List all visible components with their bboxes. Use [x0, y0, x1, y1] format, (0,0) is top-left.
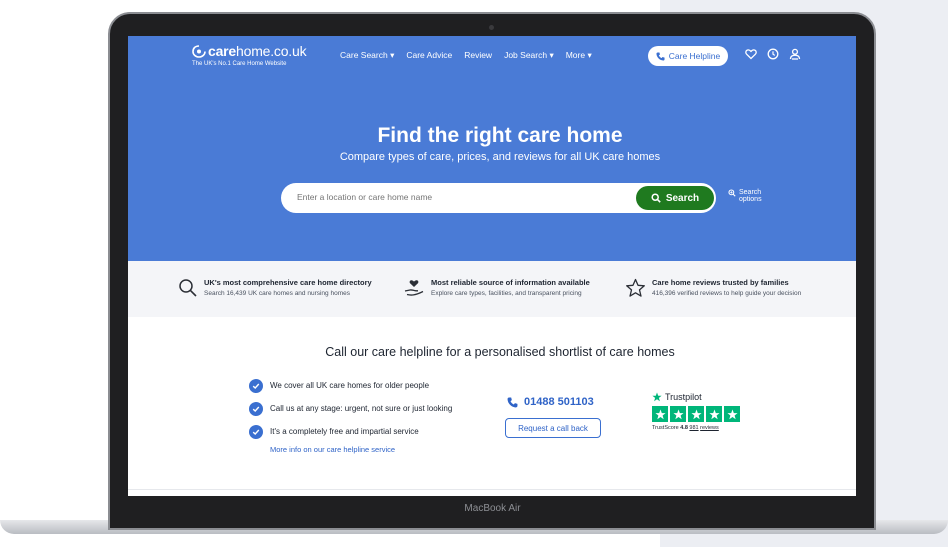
trustpilot-star-box	[688, 406, 704, 422]
helpline-phone[interactable]: 01488 501103	[507, 396, 594, 408]
trustpilot-stars	[652, 406, 740, 422]
trustscore-value: 4.8	[680, 425, 688, 431]
logo-tagline: The UK's No.1 Care Home Website	[192, 61, 287, 67]
feature-desc: Search 16,439 UK care homes and nursing …	[204, 290, 350, 297]
trustpilot-score-line: TrustScore 4.8 981 reviews	[652, 425, 740, 431]
request-callback-button[interactable]: Request a call back	[505, 418, 601, 438]
feature-reviews: Care home reviews trusted by families 41…	[625, 278, 801, 298]
benefit-item: Call us at any stage: urgent, not sure o…	[249, 397, 452, 420]
header-icons	[745, 48, 801, 60]
reviews-count[interactable]: 981	[689, 425, 698, 431]
feature-desc: 416,396 verified reviews to help guide y…	[652, 290, 802, 297]
care-helpline-button[interactable]: Care Helpline	[648, 46, 728, 66]
check-icon	[249, 401, 263, 416]
phone-icon	[507, 397, 518, 407]
nav-more[interactable]: More ▾	[566, 50, 592, 61]
trustpilot-brand: Trustpilot	[665, 392, 702, 402]
helpline-benefits: We cover all UK care homes for older peo…	[249, 374, 452, 443]
user-icon[interactable]	[789, 48, 801, 60]
star-icon	[626, 278, 645, 297]
heart-icon[interactable]	[745, 48, 757, 60]
hero-section: care home.co.uk The UK's No.1 Care Home W…	[128, 36, 856, 261]
features-strip: UK's most comprehensive care home direct…	[128, 261, 856, 317]
feature-title: UK's most comprehensive care home direct…	[204, 278, 372, 287]
trustpilot-star-box	[652, 406, 668, 422]
search-button-label: Search	[665, 192, 700, 204]
search-button[interactable]: Search	[636, 186, 714, 210]
search-input[interactable]	[297, 192, 597, 202]
helpline-title: Call our care helpline for a personalise…	[325, 345, 675, 359]
hero-subtitle: Compare types of care, prices, and revie…	[339, 151, 661, 163]
trustpilot-star-box	[706, 406, 722, 422]
search-icon	[179, 279, 197, 297]
search-icon	[651, 193, 661, 203]
check-icon	[249, 424, 263, 439]
phone-number: 01488 501103	[524, 396, 594, 408]
nav-job-search[interactable]: Job Search ▾	[504, 50, 554, 61]
nav-care-search[interactable]: Care Search ▾	[340, 50, 394, 61]
main-nav: Care Search ▾ Care Advice Review Job Sea…	[340, 50, 592, 61]
benefit-text: Call us at any stage: urgent, not sure o…	[270, 404, 453, 413]
search-options-label: Search options	[739, 189, 762, 204]
heart-hand-icon	[404, 280, 424, 296]
browser-screen: care home.co.uk The UK's No.1 Care Home W…	[128, 36, 856, 496]
nav-care-advice[interactable]: Care Advice	[406, 50, 452, 61]
reviews-label[interactable]: reviews	[700, 425, 719, 431]
hero-title: Find the right care home	[377, 124, 623, 147]
benefit-text: We cover all UK care homes for older peo…	[270, 381, 430, 390]
feature-directory: UK's most comprehensive care home direct…	[178, 278, 372, 298]
trustscore-label: TrustScore	[652, 425, 679, 431]
zoom-icon	[728, 189, 736, 197]
logo-text-light: home.co.uk	[236, 43, 307, 59]
site-logo[interactable]: care home.co.uk The UK's No.1 Care Home W…	[192, 43, 307, 67]
phone-icon	[656, 51, 665, 61]
nav-review[interactable]: Review	[464, 50, 492, 61]
feature-information: Most reliable source of information avai…	[403, 278, 590, 298]
search-options-link[interactable]: Search options	[728, 189, 767, 204]
helpline-info-link[interactable]: More info on our care helpline service	[270, 445, 395, 454]
trustpilot-star-box	[724, 406, 740, 422]
trustpilot-star-icon	[652, 392, 662, 402]
logo-text-bold: care	[208, 43, 237, 59]
benefit-text: It's a completely free and impartial ser…	[270, 427, 419, 436]
feature-title: Most reliable source of information avai…	[431, 278, 590, 287]
feature-title: Care home reviews trusted by families	[652, 278, 789, 287]
camera-icon	[489, 25, 494, 30]
benefit-item: It's a completely free and impartial ser…	[249, 420, 452, 443]
section-divider	[128, 489, 856, 490]
logo-mark-icon	[192, 44, 206, 58]
trustpilot-widget[interactable]: Trustpilot TrustScore 4.8 981 reviews	[652, 392, 740, 431]
benefit-item: We cover all UK care homes for older peo…	[249, 374, 452, 397]
care-helpline-label: Care Helpline	[668, 51, 721, 61]
trustpilot-star-box	[670, 406, 686, 422]
feature-desc: Explore care types, facilities, and tran…	[431, 290, 582, 297]
search-bar: Search	[281, 183, 716, 213]
clock-icon[interactable]	[767, 48, 779, 60]
check-icon	[249, 378, 263, 393]
device-label: MacBook Air	[464, 503, 521, 514]
